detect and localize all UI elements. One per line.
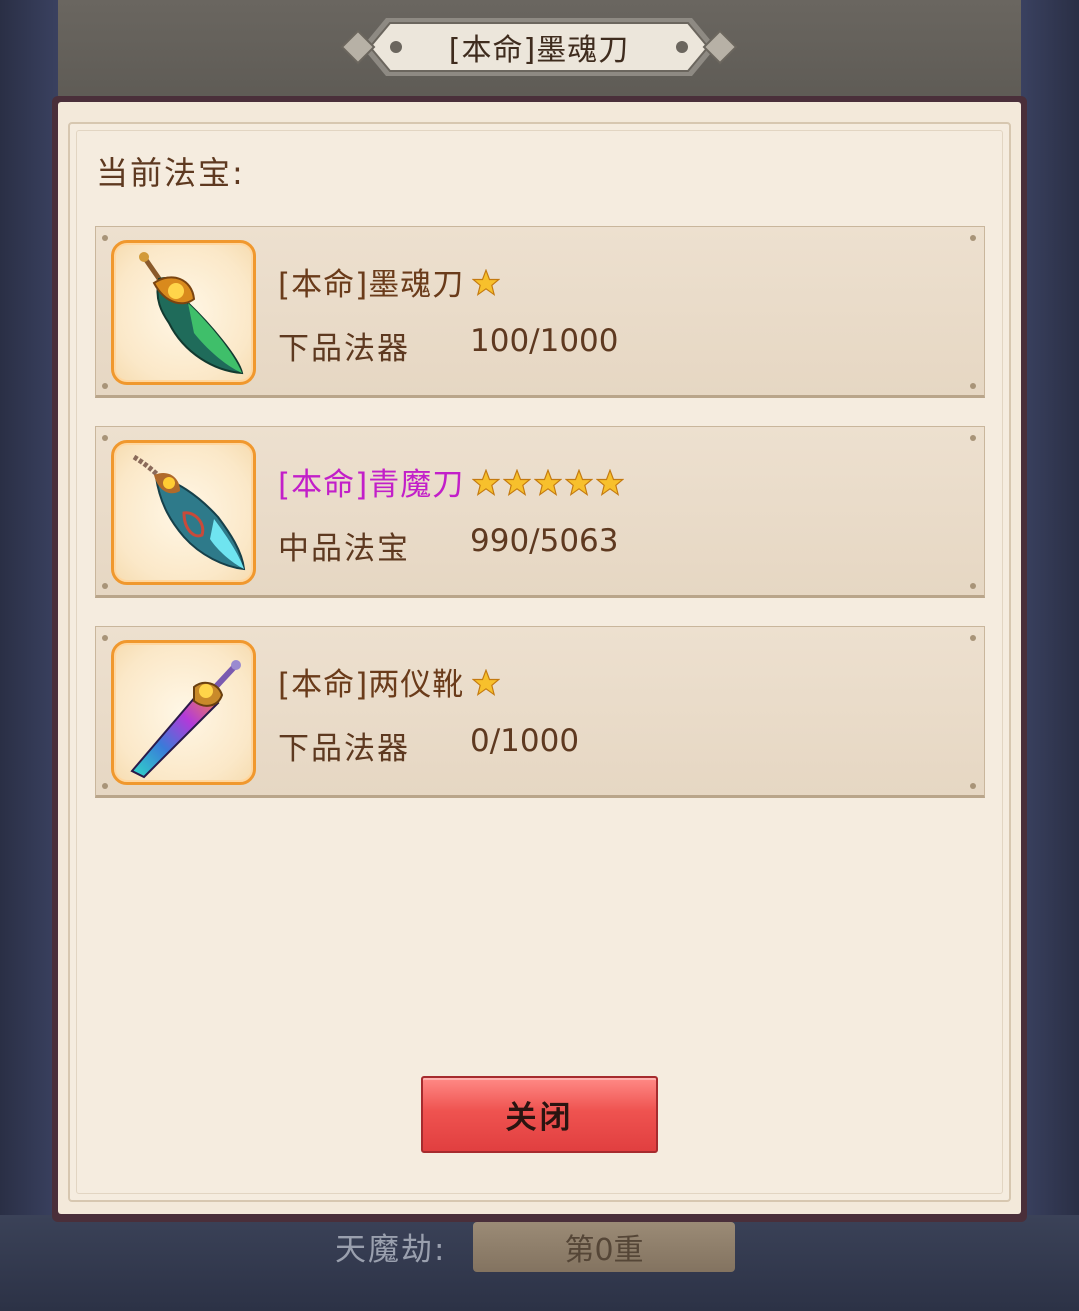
star-icon: [534, 469, 562, 497]
background-right: [1021, 0, 1079, 1311]
artifact-count: 990/5063: [470, 523, 619, 559]
tianmo-value: 第0重: [473, 1222, 735, 1272]
star-rating: [472, 669, 500, 697]
star-rating: [472, 469, 624, 497]
star-icon: [472, 269, 500, 297]
window-title: [本命]墨魂刀: [448, 33, 630, 68]
star-icon: [503, 469, 531, 497]
cyan-blade-icon: [111, 440, 256, 585]
title-plate: [本命]墨魂刀: [340, 12, 738, 82]
artifact-grade: 下品法器: [278, 731, 410, 767]
star-icon: [565, 469, 593, 497]
close-button-label: 关闭: [505, 1100, 574, 1136]
current-artifacts-label: 当前法宝:: [96, 154, 245, 192]
artifact-name: [本命]两仪靴: [278, 667, 465, 703]
artifact-grade: 下品法器: [278, 331, 410, 367]
green-blade-icon: [111, 240, 256, 385]
rainbow-sword-icon: [111, 640, 256, 785]
artifact-item[interactable]: [本命]青魔刀 中品法宝 990/5063: [95, 426, 985, 598]
star-icon: [472, 669, 500, 697]
artifact-item[interactable]: [本命]墨魂刀 下品法器 100/1000: [95, 226, 985, 398]
artifact-count: 0/1000: [470, 723, 580, 759]
artifact-item[interactable]: [本命]两仪靴 下品法器 0/1000: [95, 626, 985, 798]
artifact-grade: 中品法宝: [278, 531, 410, 567]
star-icon: [596, 469, 624, 497]
artifact-name: [本命]墨魂刀: [278, 267, 465, 303]
tianmo-row: 天魔劫: 第0重: [335, 1222, 735, 1272]
star-rating: [472, 269, 500, 297]
tianmo-label: 天魔劫:: [335, 1232, 447, 1268]
star-icon: [472, 469, 500, 497]
background-left: [0, 0, 58, 1311]
close-button[interactable]: 关闭: [421, 1076, 658, 1153]
artifact-count: 100/1000: [470, 323, 619, 359]
artifact-name: [本命]青魔刀: [278, 467, 465, 503]
